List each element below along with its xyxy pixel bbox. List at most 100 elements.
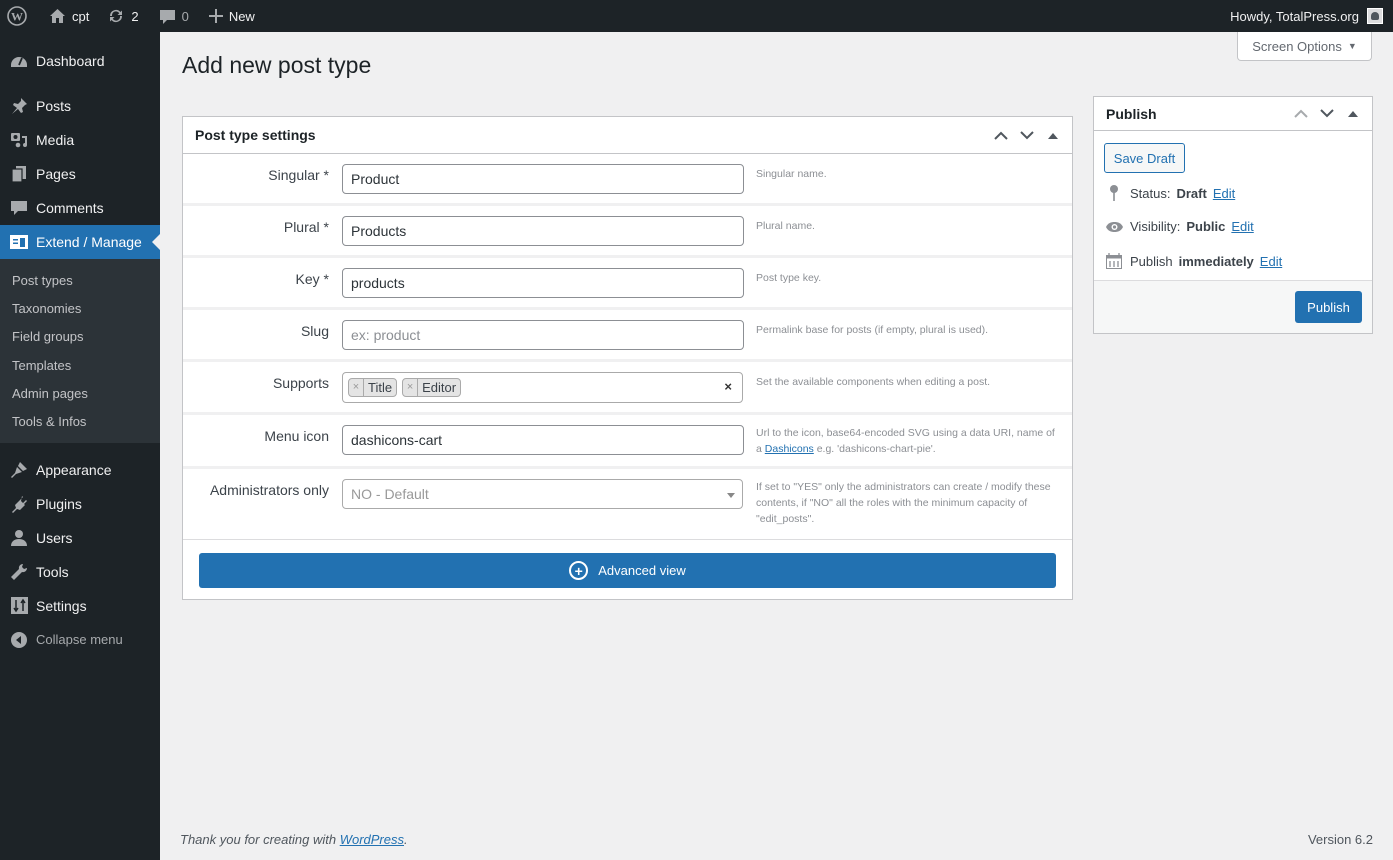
plus-circle-icon: + (569, 561, 589, 580)
field-row-key: Key * products Post type key. (183, 258, 1072, 310)
submenu-item-post-types[interactable]: Post types (0, 266, 160, 294)
menu-icon-input[interactable]: dashicons-cart (342, 425, 744, 455)
settings-box-title: Post type settings (195, 127, 316, 143)
advanced-view-label: Advanced view (598, 563, 686, 578)
sidebar-item-posts[interactable]: Posts (0, 89, 160, 123)
media-icon (10, 131, 28, 149)
singular-input[interactable]: Product (342, 164, 744, 194)
sidebar-item-dashboard[interactable]: Dashboard (0, 44, 160, 78)
status-label: Status: (1130, 185, 1171, 201)
site-name: cpt (72, 8, 90, 24)
status-value: Draft (1176, 185, 1207, 201)
sidebar-item-comments[interactable]: Comments (0, 191, 160, 225)
wordpress-logo-icon: W (7, 6, 27, 26)
visibility-value: Public (1186, 219, 1226, 234)
screen-options-button[interactable]: Screen Options ▼ (1237, 32, 1372, 61)
edit-status-link[interactable]: Edit (1213, 186, 1235, 201)
admins-only-label: Administrators only (209, 482, 329, 498)
publish-time-value: immediately (1178, 253, 1254, 269)
supports-multiselect[interactable]: × Title × Editor × (342, 372, 743, 403)
sidebar-item-plugins[interactable]: Plugins (0, 487, 160, 521)
wordpress-logo-button[interactable]: W (0, 0, 35, 32)
sidebar-item-users[interactable]: Users (0, 521, 160, 555)
move-down-button[interactable] (1014, 122, 1040, 148)
advanced-view-button[interactable]: + Advanced view (199, 553, 1056, 588)
toggle-panel-button[interactable] (1040, 122, 1066, 148)
sidebar-item-tools[interactable]: Tools (0, 555, 160, 589)
svg-text:W: W (11, 10, 23, 24)
plus-icon (208, 9, 223, 23)
sidebar-item-settings[interactable]: Settings (0, 589, 160, 623)
dashboard-icon (10, 52, 28, 70)
updates-link[interactable]: 2 (97, 0, 146, 32)
remove-tag-icon[interactable]: × (403, 379, 419, 396)
comment-icon (159, 8, 176, 25)
publish-button[interactable]: Publish (1295, 291, 1362, 323)
sidebar-item-pages[interactable]: Pages (0, 157, 160, 191)
footer-thanks: Thank you for creating with WordPress. (180, 832, 408, 847)
publish-box: Publish Save Draft Status: Draft Edit Vis… (1093, 96, 1373, 334)
supports-tag: × Title (348, 378, 398, 397)
submenu-item-taxonomies[interactable]: Taxonomies (0, 294, 160, 322)
submenu-item-field-groups[interactable]: Field groups (0, 323, 160, 351)
sidebar-item-appearance[interactable]: Appearance (0, 453, 160, 487)
new-content-link[interactable]: New (197, 0, 263, 32)
sidebar-item-label: Settings (36, 597, 87, 614)
calendar-icon (1104, 253, 1124, 269)
pin-icon (10, 97, 28, 115)
plugin-icon (10, 495, 28, 513)
pages-icon (10, 165, 28, 183)
admin-bar: W cpt 2 0 New Howdy, TotalPress.org (0, 0, 1393, 32)
collapse-menu-button[interactable]: Collapse menu (0, 623, 160, 657)
footer-version: Version 6.2 (1307, 832, 1373, 847)
publish-time-row: Publish immediately Edit (1104, 253, 1282, 269)
move-up-button[interactable] (988, 122, 1014, 148)
chevron-down-icon (1320, 109, 1334, 118)
menu-icon-description: Url to the icon, base64-encoded SVG usin… (756, 415, 1062, 466)
columns-icon (10, 233, 28, 251)
key-input[interactable]: products (342, 268, 744, 298)
save-draft-button[interactable]: Save Draft (1104, 143, 1185, 173)
extend-submenu: Post types Taxonomies Field groups Templ… (0, 259, 160, 443)
visibility-row: Visibility: Public Edit (1104, 219, 1254, 234)
sidebar-item-label: Media (36, 132, 75, 148)
admins-only-description: If set to "YES" only the administrators … (756, 481, 1051, 525)
tag-label: Editor (422, 380, 457, 395)
field-row-slug: Slug ex: product Permalink base for post… (183, 310, 1072, 362)
clear-all-icon[interactable]: × (724, 379, 732, 394)
admin-sidebar: Dashboard Posts Media Pages Comments Ext… (0, 32, 160, 860)
submenu-item-admin-pages[interactable]: Admin pages (0, 379, 160, 407)
user-icon (10, 529, 28, 547)
remove-tag-icon[interactable]: × (349, 379, 364, 396)
dashicons-link[interactable]: Dashicons (765, 443, 814, 455)
key-label: Key * (295, 271, 329, 287)
submenu-item-templates[interactable]: Templates (0, 351, 160, 379)
slug-input[interactable]: ex: product (342, 320, 744, 350)
plural-input[interactable]: Products (342, 216, 744, 246)
caret-down-icon: ▼ (1347, 41, 1357, 51)
site-name-link[interactable]: cpt (35, 0, 97, 32)
key-description: Post type key. (756, 272, 822, 284)
move-up-button[interactable] (1288, 101, 1314, 127)
field-row-plural: Plural * Products Plural name. (183, 206, 1072, 258)
sidebar-item-label: Comments (36, 200, 104, 216)
slug-label: Slug (300, 323, 329, 339)
edit-publish-time-link[interactable]: Edit (1260, 254, 1282, 269)
publish-time-label: Publish (1130, 253, 1173, 269)
visibility-label: Visibility: (1130, 219, 1181, 234)
comments-link[interactable]: 0 (147, 0, 197, 32)
submenu-item-tools-infos[interactable]: Tools & Infos (0, 407, 160, 435)
home-icon (49, 8, 66, 24)
move-down-button[interactable] (1314, 101, 1340, 127)
edit-visibility-link[interactable]: Edit (1231, 219, 1253, 234)
my-account-link[interactable]: Howdy, TotalPress.org (1230, 8, 1393, 24)
sidebar-item-label: Extend / Manage (36, 234, 142, 250)
sidebar-item-media[interactable]: Media (0, 123, 160, 157)
wordpress-link[interactable]: WordPress (340, 832, 404, 847)
toggle-panel-button[interactable] (1340, 101, 1366, 127)
field-row-singular: Singular * Product Singular name. (183, 154, 1072, 206)
admins-only-select[interactable]: NO - Default (342, 479, 743, 509)
triangle-up-icon (1048, 132, 1058, 139)
sidebar-item-extend-manage[interactable]: Extend / Manage (0, 225, 160, 259)
comments-count: 0 (181, 8, 189, 24)
